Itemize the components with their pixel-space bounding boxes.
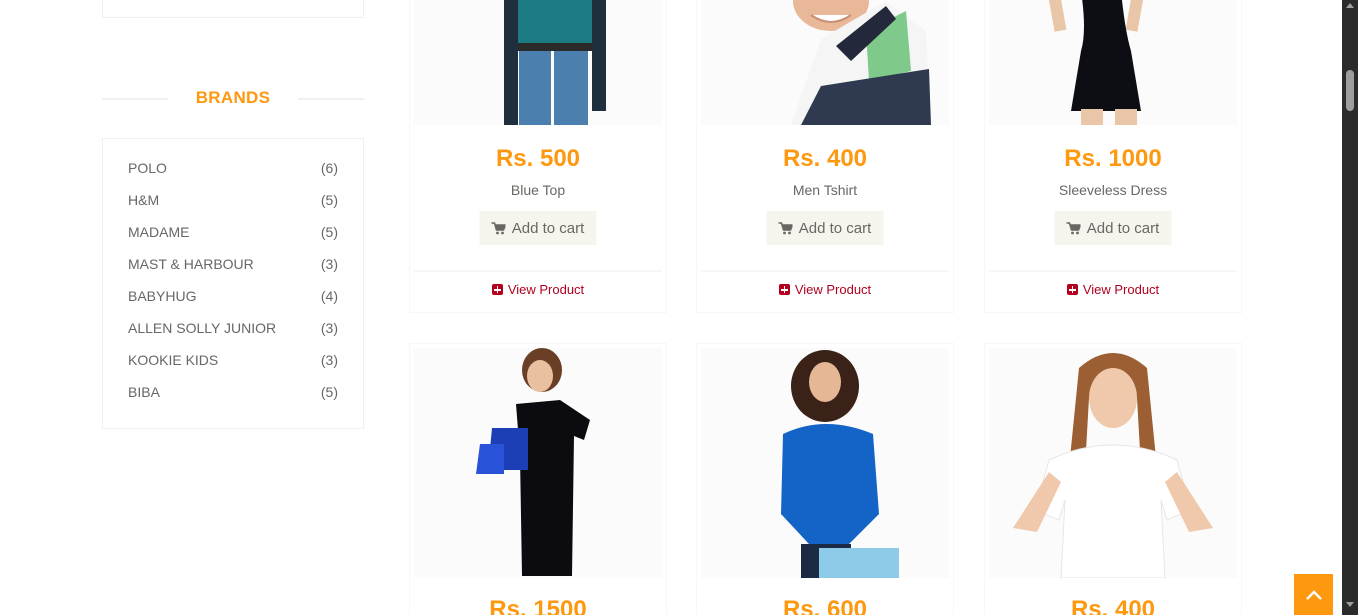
brand-name: MAST & HARBOUR bbox=[128, 256, 254, 272]
product-name: Blue Top bbox=[510, 182, 566, 198]
product-price: Rs. 1500 bbox=[489, 596, 587, 615]
brand-item-babyhug[interactable]: BABYHUG (4) bbox=[103, 285, 363, 317]
product-image bbox=[989, 0, 1237, 125]
brand-count: (5) bbox=[320, 384, 338, 400]
brand-count: (5) bbox=[320, 192, 338, 208]
view-product-label: View Product bbox=[1082, 282, 1160, 297]
plus-square-icon bbox=[491, 284, 503, 295]
brand-count: (4) bbox=[320, 288, 338, 304]
cart-icon bbox=[1066, 221, 1081, 234]
plus-square-icon bbox=[778, 284, 790, 295]
cart-icon bbox=[778, 221, 793, 234]
add-to-cart-label: Add to cart bbox=[798, 219, 872, 237]
brand-name: POLO bbox=[128, 160, 167, 176]
brand-name: BIBA bbox=[128, 384, 160, 400]
view-product-label: View Product bbox=[507, 282, 585, 297]
brand-item-allen-solly-junior[interactable]: ALLEN SOLLY JUNIOR (3) bbox=[103, 317, 363, 349]
brand-name: MADAME bbox=[128, 224, 190, 240]
brand-name: KOOKIE KIDS bbox=[128, 352, 219, 368]
scroll-up-arrow-icon[interactable] bbox=[1346, 3, 1354, 8]
card-divider bbox=[701, 270, 949, 272]
brand-count: (3) bbox=[320, 320, 338, 336]
brand-item-polo[interactable]: POLO (6) bbox=[103, 157, 363, 189]
product-name: Sleeveless Dress bbox=[1058, 182, 1168, 198]
product-image bbox=[701, 348, 949, 578]
product-name: Men Tshirt bbox=[792, 182, 858, 198]
product-price: Rs. 400 bbox=[782, 145, 868, 172]
heading-divider bbox=[298, 98, 364, 100]
scroll-to-top-button[interactable] bbox=[1294, 574, 1333, 615]
product-image bbox=[414, 0, 662, 125]
product-card: Rs. 400 bbox=[984, 343, 1242, 615]
brands-panel: POLO (6) H&M (5) MADAME (5) MAST & HARBOUR (… bbox=[102, 138, 364, 429]
product-card: Rs. 1000 Sleeveless Dress Add to cart Vi… bbox=[984, 0, 1242, 313]
product-price: Rs. 600 bbox=[782, 596, 868, 615]
add-to-cart-button[interactable]: Add to cart bbox=[479, 211, 597, 245]
add-to-cart-label: Add to cart bbox=[1086, 219, 1160, 237]
view-product-link[interactable]: View Product bbox=[697, 282, 953, 297]
brand-item-mast-harbour[interactable]: MAST & HARBOUR (3) bbox=[103, 253, 363, 285]
brand-count: (3) bbox=[320, 352, 338, 368]
heading-divider bbox=[102, 98, 168, 100]
product-card: Rs. 400 Men Tshirt Add to cart View Prod… bbox=[696, 0, 954, 313]
add-to-cart-button[interactable]: Add to cart bbox=[1054, 211, 1172, 245]
scroll-down-arrow-icon[interactable] bbox=[1346, 602, 1354, 607]
brand-name: ALLEN SOLLY JUNIOR bbox=[128, 320, 277, 336]
brands-heading: BRANDS bbox=[102, 86, 364, 112]
card-divider bbox=[414, 270, 662, 272]
cart-icon bbox=[491, 221, 506, 234]
brand-item-madame[interactable]: MADAME (5) bbox=[103, 221, 363, 253]
product-price: Rs. 500 bbox=[495, 145, 581, 172]
brand-count: (3) bbox=[320, 256, 338, 272]
brand-item-hm[interactable]: H&M (5) bbox=[103, 189, 363, 221]
brand-count: (6) bbox=[320, 160, 338, 176]
product-image bbox=[701, 0, 949, 125]
scrollbar[interactable] bbox=[1342, 0, 1358, 615]
add-to-cart-label: Add to cart bbox=[511, 219, 585, 237]
product-price: Rs. 400 bbox=[1070, 596, 1156, 615]
brand-name: H&M bbox=[128, 192, 160, 208]
card-divider bbox=[989, 270, 1237, 272]
product-card: Rs. 500 Blue Top Add to cart View Produc… bbox=[409, 0, 667, 313]
view-product-link[interactable]: View Product bbox=[410, 282, 666, 297]
add-to-cart-button[interactable]: Add to cart bbox=[766, 211, 884, 245]
scrollbar-thumb[interactable] bbox=[1346, 70, 1354, 111]
product-price: Rs. 1000 bbox=[1064, 145, 1162, 172]
product-card: Rs. 600 bbox=[696, 343, 954, 615]
category-panel bbox=[102, 0, 364, 18]
chevron-up-icon bbox=[1305, 589, 1322, 600]
brand-item-kookie-kids[interactable]: KOOKIE KIDS (3) bbox=[103, 349, 363, 381]
brand-item-biba[interactable]: BIBA (5) bbox=[103, 381, 363, 413]
brand-count: (5) bbox=[320, 224, 338, 240]
page: BRANDS POLO (6) H&M (5) MADAME (5) MAST & H… bbox=[0, 0, 1358, 615]
view-product-label: View Product bbox=[794, 282, 872, 297]
brands-title: BRANDS bbox=[195, 88, 271, 107]
brand-name: BABYHUG bbox=[128, 288, 197, 304]
product-card: Rs. 1500 bbox=[409, 343, 667, 615]
product-image bbox=[414, 348, 662, 578]
plus-square-icon bbox=[1066, 284, 1078, 295]
product-image bbox=[989, 348, 1237, 578]
view-product-link[interactable]: View Product bbox=[985, 282, 1241, 297]
